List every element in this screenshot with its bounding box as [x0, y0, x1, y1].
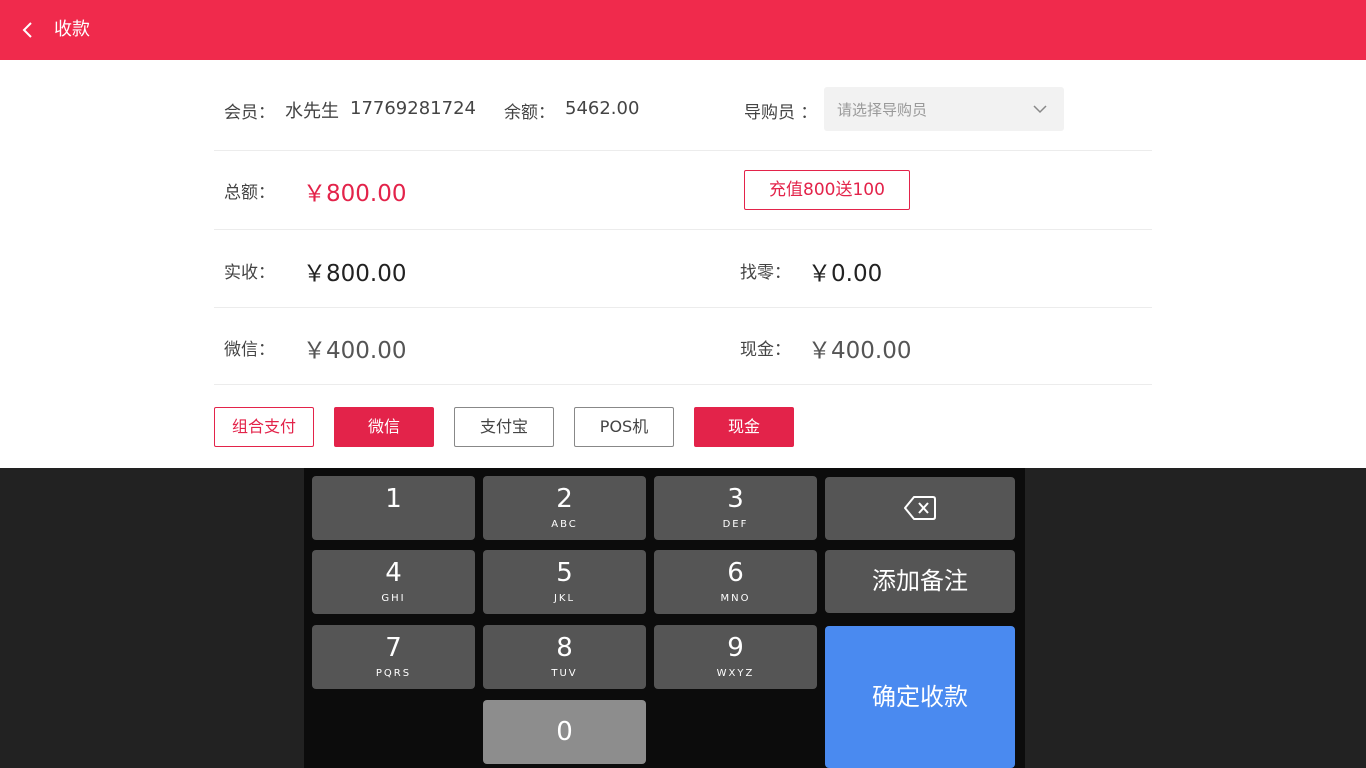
backspace-icon — [903, 493, 937, 523]
key-digit: 2 — [556, 484, 573, 514]
received-label: 实收： — [224, 263, 275, 283]
key-digit: 6 — [727, 558, 744, 588]
key-letters: WXYZ — [716, 668, 755, 679]
key-7[interactable]: 7 PQRS — [312, 625, 475, 689]
key-digit: 9 — [727, 633, 744, 663]
key-letters: DEF — [722, 519, 749, 530]
backspace-button[interactable] — [825, 477, 1015, 540]
total-value: ￥800.00 — [303, 181, 407, 207]
key-letters: PQRS — [375, 668, 412, 679]
key-6[interactable]: 6 MNO — [654, 550, 817, 614]
guide-select-placeholder: 请选择导购员 — [837, 101, 928, 119]
key-letters: TUV — [551, 668, 578, 679]
recharge-promo-button[interactable]: 充值800送100 — [744, 170, 910, 210]
keypad: 1 2 ABC 3 DEF 4 GHI 5 JKL 6 MNO 7 PQRS 8 — [304, 468, 1025, 768]
key-3[interactable]: 3 DEF — [654, 476, 817, 540]
key-4[interactable]: 4 GHI — [312, 550, 475, 614]
member-phone: 17769281724 — [350, 98, 476, 119]
page-title: 收款 — [54, 19, 90, 40]
change-label: 找零： — [740, 263, 791, 283]
key-letters: MNO — [720, 593, 751, 604]
key-digit: 8 — [556, 633, 573, 663]
key-2[interactable]: 2 ABC — [483, 476, 646, 540]
key-letters: ABC — [551, 519, 578, 530]
wechat-pay-button[interactable]: 微信 — [334, 407, 434, 447]
alipay-button[interactable]: 支付宝 — [454, 407, 554, 447]
guide-select[interactable]: 请选择导购员 — [824, 87, 1064, 131]
cash-amount: ￥400.00 — [808, 338, 912, 364]
key-1[interactable]: 1 — [312, 476, 475, 540]
key-digit: 3 — [727, 484, 744, 514]
key-digit: 5 — [556, 558, 573, 588]
cash-pay-button[interactable]: 现金 — [694, 407, 794, 447]
combined-pay-button[interactable]: 组合支付 — [214, 407, 314, 447]
add-note-button[interactable]: 添加备注 — [825, 550, 1015, 613]
key-digit: 4 — [385, 558, 402, 588]
key-letters: JKL — [553, 593, 576, 604]
wechat-amount: ￥400.00 — [303, 338, 407, 364]
keypad-area: 1 2 ABC 3 DEF 4 GHI 5 JKL 6 MNO 7 PQRS 8 — [0, 468, 1366, 768]
key-digit: 7 — [385, 633, 402, 663]
key-8[interactable]: 8 TUV — [483, 625, 646, 689]
total-label: 总额： — [224, 183, 275, 203]
cash-label: 现金： — [740, 340, 791, 360]
member-name: 水先生 — [285, 101, 339, 122]
chevron-left-icon[interactable] — [16, 18, 40, 42]
key-digit: 1 — [385, 484, 402, 514]
member-label: 会员： — [224, 103, 275, 123]
pos-button[interactable]: POS机 — [574, 407, 674, 447]
key-0[interactable]: 0 — [483, 700, 646, 764]
key-digit: 0 — [556, 717, 573, 747]
key-9[interactable]: 9 WXYZ — [654, 625, 817, 689]
guide-label: 导购员 ： — [744, 103, 818, 123]
confirm-payment-button[interactable]: 确定收款 — [825, 626, 1015, 768]
header-bar: 收款 — [0, 0, 1366, 60]
key-5[interactable]: 5 JKL — [483, 550, 646, 614]
balance-label: 余额： — [504, 103, 555, 123]
wechat-label: 微信： — [224, 340, 275, 360]
received-value: ￥800.00 — [303, 261, 407, 287]
chevron-down-icon — [1032, 101, 1048, 117]
balance-value: 5462.00 — [565, 98, 640, 119]
change-value: ￥0.00 — [808, 261, 883, 287]
key-letters: GHI — [381, 593, 406, 604]
